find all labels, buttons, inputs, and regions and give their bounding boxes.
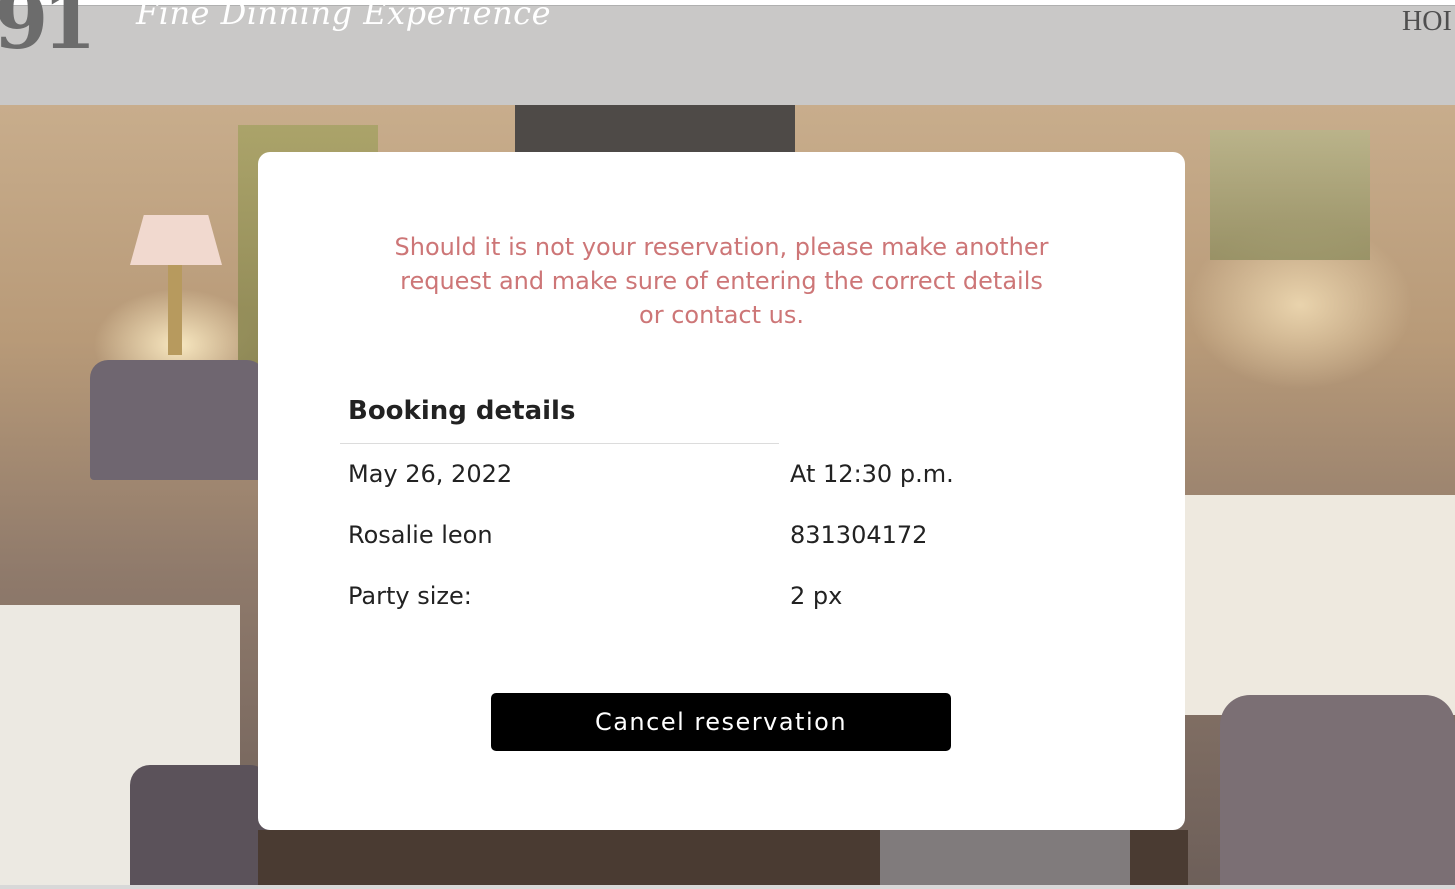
cancel-reservation-button[interactable]: Cancel reservation bbox=[491, 693, 951, 751]
table-right bbox=[1185, 495, 1455, 715]
notice-line-2: request and make sure of entering the co… bbox=[400, 267, 1043, 295]
chair-mid bbox=[880, 830, 1130, 889]
booking-name: Rosalie leon bbox=[348, 521, 493, 549]
reservation-notice: Should it is not your reservation, pleas… bbox=[358, 230, 1085, 332]
reservation-modal: Should it is not your reservation, pleas… bbox=[258, 152, 1185, 830]
notice-line-1: Should it is not your reservation, pleas… bbox=[394, 233, 1049, 261]
bottom-strip bbox=[0, 885, 1455, 889]
lamp-stand bbox=[168, 265, 182, 355]
booking-details-heading: Booking details bbox=[348, 396, 576, 426]
notice-line-3: or contact us. bbox=[639, 301, 804, 329]
page: 91 Fine Dinning Experience HOI Should it… bbox=[0, 0, 1455, 889]
logo-mark[interactable]: 91 bbox=[0, 0, 97, 67]
details-divider bbox=[340, 443, 779, 444]
booking-time: At 12:30 p.m. bbox=[790, 460, 954, 488]
doorway bbox=[515, 105, 795, 155]
party-size-value: 2 px bbox=[790, 582, 843, 610]
chair-left bbox=[90, 360, 265, 480]
booking-date: May 26, 2022 bbox=[348, 460, 513, 488]
booking-phone: 831304172 bbox=[790, 521, 928, 549]
nav-home-link[interactable]: HOI bbox=[1402, 6, 1452, 38]
lamp-shade bbox=[130, 215, 222, 265]
party-size-label: Party size: bbox=[348, 582, 472, 610]
chair-left-bottom bbox=[130, 765, 270, 889]
site-tagline: Fine Dinning Experience bbox=[136, 0, 552, 32]
chair-right bbox=[1220, 695, 1455, 889]
site-header: 91 Fine Dinning Experience HOI bbox=[0, 0, 1455, 106]
wine-shelf-right bbox=[1210, 130, 1370, 260]
